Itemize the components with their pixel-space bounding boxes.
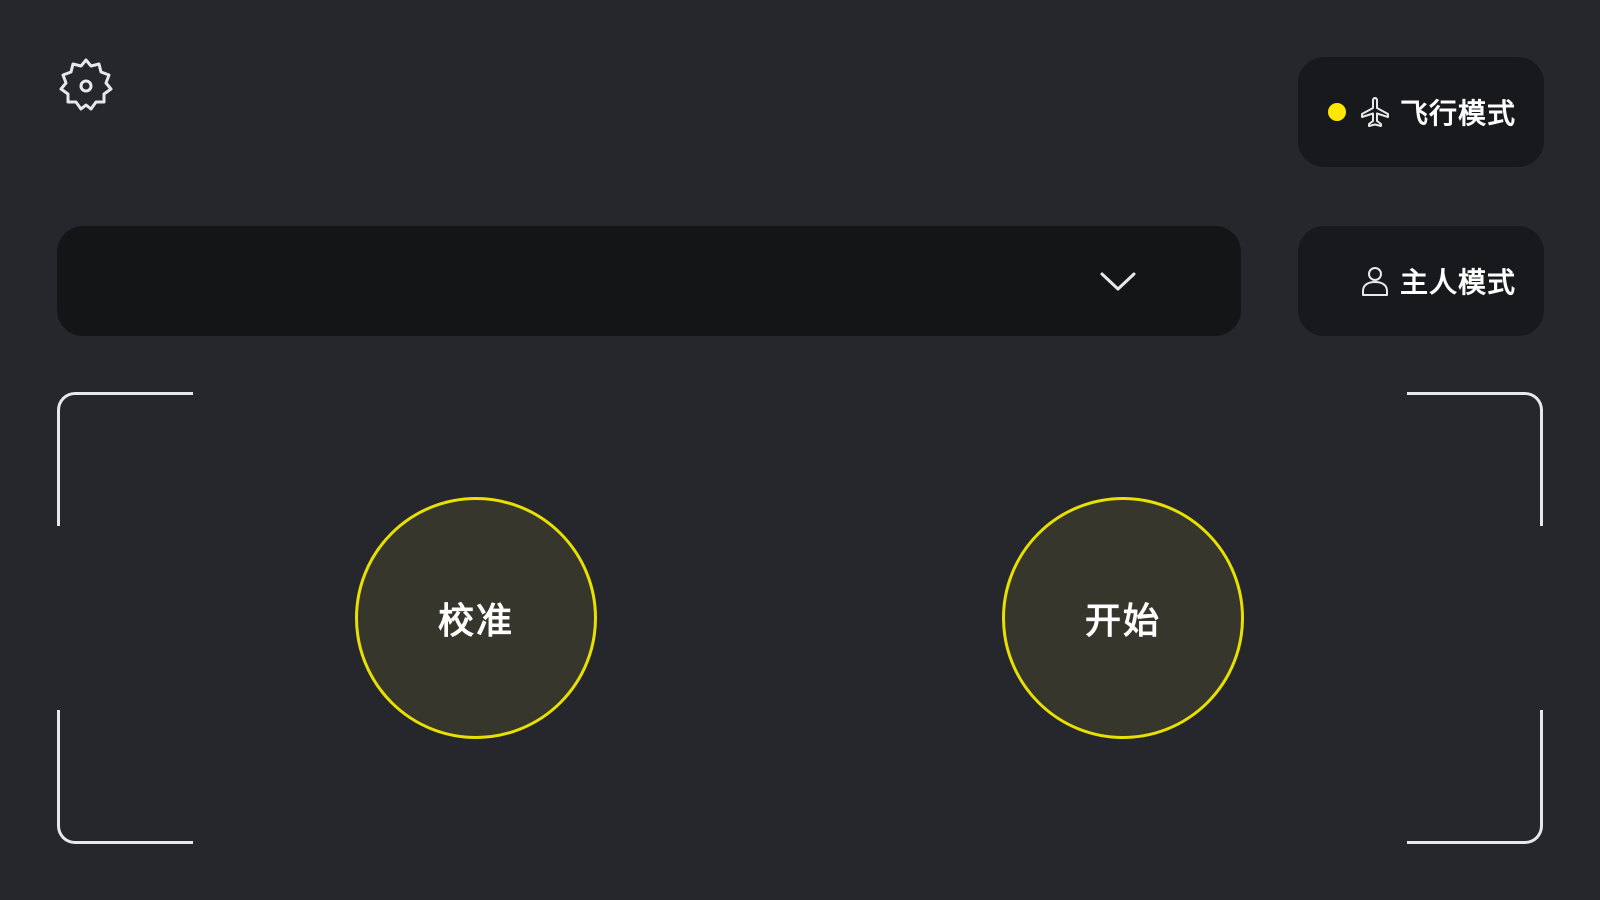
start-label: 开始 bbox=[1084, 601, 1161, 642]
frame-corner-bottom-right bbox=[1407, 710, 1543, 844]
calibrate-label: 校准 bbox=[437, 601, 514, 642]
person-icon bbox=[1361, 267, 1388, 296]
start-button[interactable]: 开始 bbox=[1002, 497, 1244, 739]
flight-status-dot bbox=[1327, 103, 1346, 121]
selector-dropdown[interactable] bbox=[57, 226, 1241, 336]
owner-mode-label: 主人模式 bbox=[1399, 266, 1516, 299]
frame-corner-top-right bbox=[1407, 392, 1543, 526]
flight-mode-label: 飞行模式 bbox=[1399, 97, 1516, 130]
gear-icon bbox=[59, 58, 113, 111]
frame-corner-top-left bbox=[57, 392, 193, 526]
settings-button[interactable] bbox=[54, 54, 118, 118]
frame-corner-bottom-left bbox=[57, 710, 193, 844]
owner-mode-button[interactable]: 主人模式 bbox=[1298, 226, 1544, 336]
calibrate-button[interactable]: 校准 bbox=[355, 497, 597, 739]
airplane-icon bbox=[1360, 97, 1389, 127]
flight-mode-button[interactable]: 飞行模式 bbox=[1298, 57, 1544, 167]
chevron-down-icon bbox=[1100, 272, 1136, 291]
